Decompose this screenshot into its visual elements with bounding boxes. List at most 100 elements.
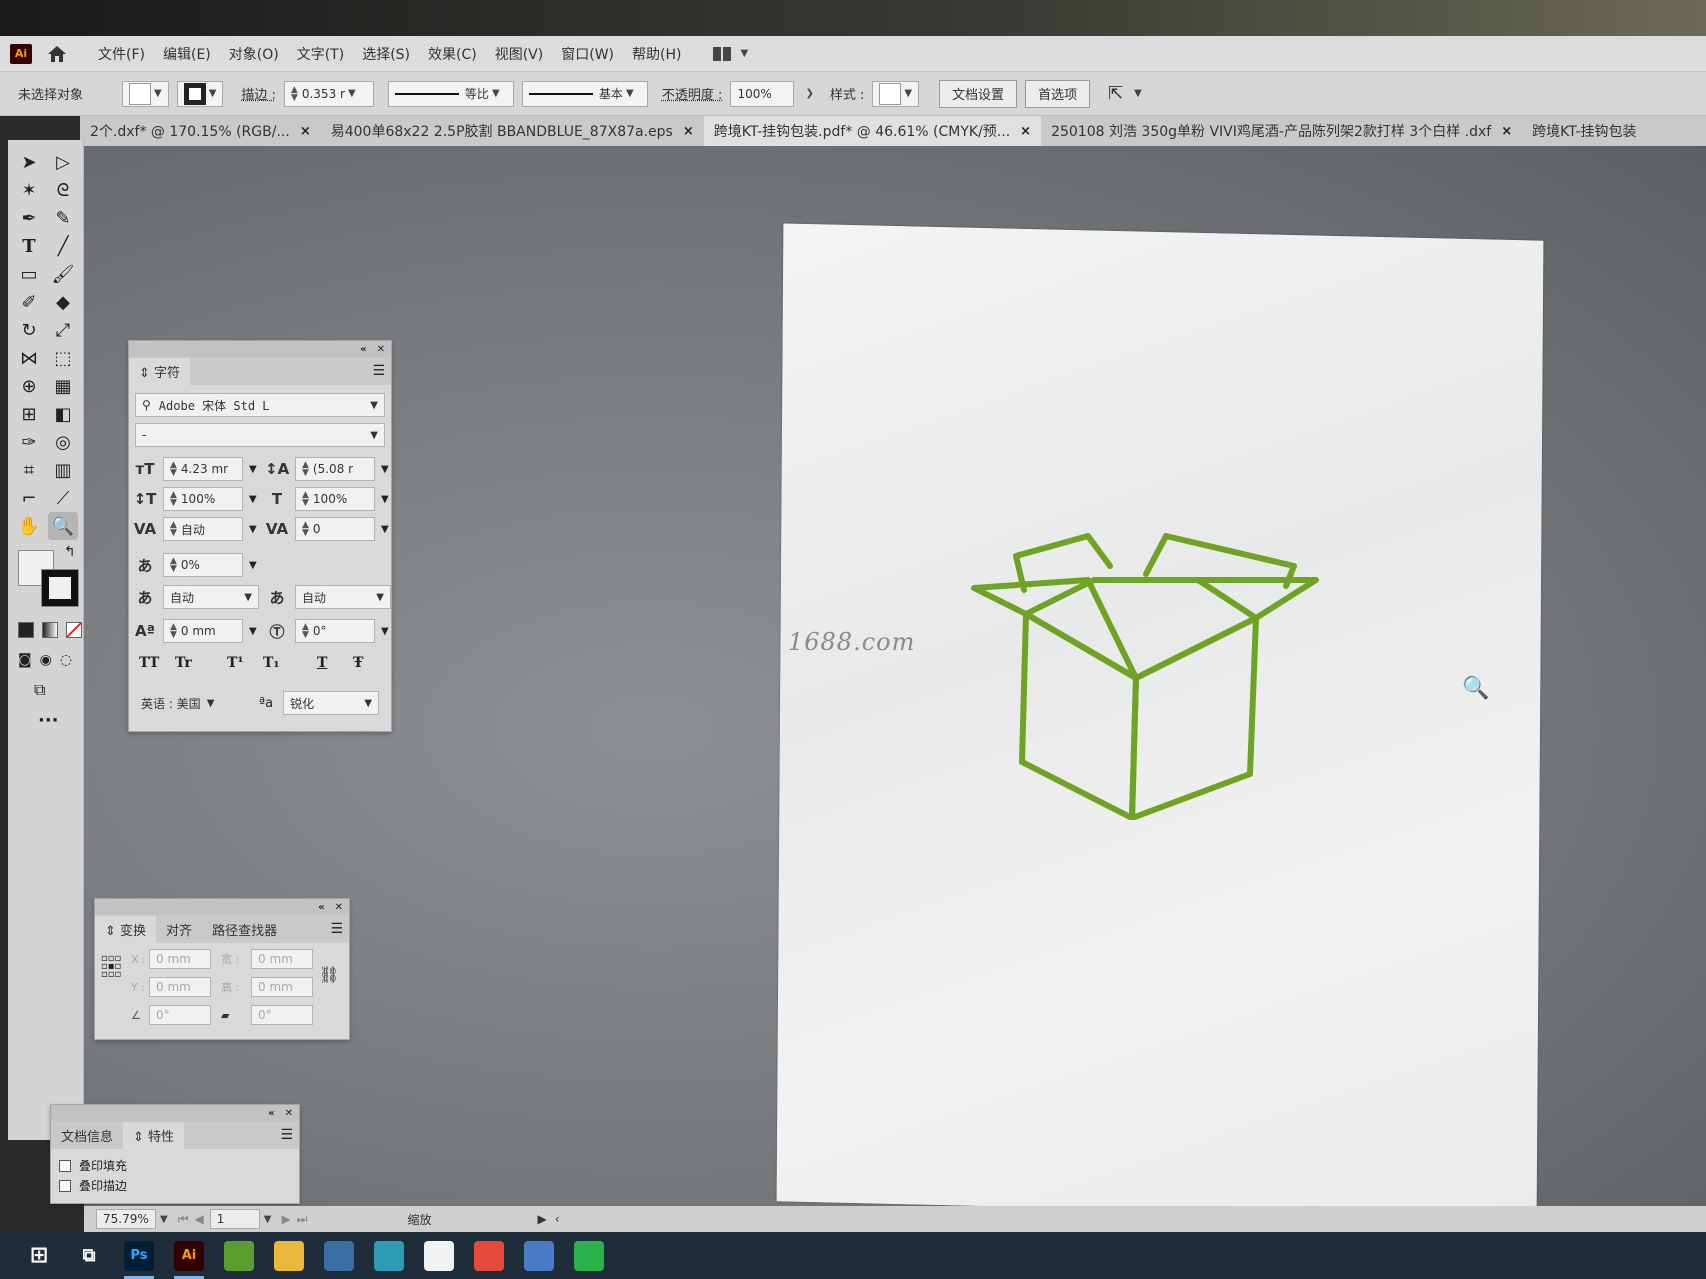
collapse-icon[interactable]: «	[360, 344, 366, 355]
eyedropper-tool-icon[interactable]: ✑	[14, 428, 44, 456]
chevron-down-icon[interactable]: ▼	[381, 464, 389, 475]
illustrator-app-icon[interactable]: Ai	[174, 1240, 204, 1279]
line-tool-icon[interactable]: ╱	[48, 232, 78, 260]
qq-app-icon[interactable]	[424, 1240, 454, 1271]
collapse-icon[interactable]: «	[268, 1108, 274, 1119]
underline-button[interactable]: T	[317, 655, 353, 671]
first-artboard-icon[interactable]: ⏮	[178, 1212, 189, 1227]
rectangle-tool-icon[interactable]: ▭	[14, 260, 44, 288]
selection-tool-icon[interactable]: ➤	[14, 148, 44, 176]
stroke-box[interactable]	[41, 569, 79, 607]
fill-stroke-control[interactable]: ↰	[16, 544, 86, 610]
opacity-label[interactable]: 不透明度 :	[662, 84, 723, 103]
height-input[interactable]: 0 mm	[251, 977, 313, 997]
collapse-icon[interactable]: «	[318, 902, 324, 913]
baseline-shift-input[interactable]: ▲ ▼ 0 mm	[163, 619, 243, 643]
autocad-app-icon[interactable]	[374, 1240, 404, 1271]
shaper-tool-icon[interactable]: ✐	[14, 288, 44, 316]
gradient-mode-icon[interactable]	[42, 622, 58, 638]
draw-inside-icon[interactable]: ◌	[60, 652, 72, 668]
chevron-down-icon[interactable]: ▼	[381, 626, 389, 637]
menu-edit[interactable]: 编辑(E)	[163, 44, 211, 64]
menu-view[interactable]: 视图(V)	[495, 44, 544, 64]
close-icon[interactable]: ×	[300, 124, 311, 139]
panel-menu-icon[interactable]: ☰	[280, 1127, 293, 1143]
close-icon[interactable]: ✕	[285, 1108, 293, 1119]
reference-point-icon[interactable]: ▫▫▫ ▫▪▫ ▫▫▫	[101, 954, 121, 980]
opacity-input[interactable]: 100%	[730, 80, 795, 107]
doc-tab-active[interactable]: 跨境KT-挂钩包装.pdf* @ 46.61% (CMYK/预... ×	[703, 116, 1042, 146]
magic-wand-tool-icon[interactable]: ✶	[14, 176, 44, 204]
tab-attributes[interactable]: ⇕ 特性	[123, 1122, 185, 1149]
aki-right-select[interactable]: 自动 ▼	[295, 585, 391, 609]
more-tools-icon[interactable]: ···	[38, 710, 59, 731]
overprint-fill-checkbox[interactable]	[59, 1159, 71, 1172]
menu-object[interactable]: 对象(O)	[229, 44, 279, 64]
shear-input[interactable]: 0°	[251, 1005, 313, 1025]
variable-width-profile[interactable]: 等比 ▼	[387, 80, 514, 107]
constrain-proportions-icon[interactable]: ⛓	[319, 965, 339, 984]
artboard-tool-icon[interactable]: ⌐	[14, 484, 44, 512]
menu-effect[interactable]: 效果(C)	[428, 44, 477, 64]
last-artboard-icon[interactable]: ⏭	[297, 1212, 308, 1227]
chevron-down-icon[interactable]: ▼	[249, 560, 257, 571]
panel-menu-icon[interactable]: ☰	[330, 921, 343, 937]
menu-select[interactable]: 选择(S)	[362, 44, 410, 64]
slice-tool-icon[interactable]: ⟋	[48, 484, 78, 512]
next-artboard-icon[interactable]: ▶	[281, 1212, 290, 1226]
perspective-grid-tool-icon[interactable]: ▦	[48, 372, 78, 400]
swap-arrow-icon[interactable]: ↰	[64, 544, 76, 560]
all-caps-button[interactable]: TT	[139, 655, 175, 671]
x-position-input[interactable]: 0 mm	[149, 949, 211, 969]
tab-document-info[interactable]: 文档信息	[51, 1122, 123, 1149]
wechat-app-icon[interactable]	[574, 1240, 604, 1271]
gradient-tool-icon[interactable]: ◧	[48, 400, 78, 428]
antialias-select[interactable]: 锐化 ▼	[283, 691, 380, 715]
windows-start-icon[interactable]: ⊞	[24, 1241, 54, 1271]
chrome-app-icon[interactable]	[474, 1240, 504, 1271]
subscript-button[interactable]: T₁	[263, 655, 317, 671]
y-position-input[interactable]: 0 mm	[149, 977, 211, 997]
chevron-down-icon[interactable]: ▼	[249, 626, 257, 637]
brush-definition[interactable]: 基本 ▼	[521, 80, 648, 107]
task-view-icon[interactable]: ⧉	[74, 1241, 104, 1271]
mesh-tool-icon[interactable]: ⊞	[14, 400, 44, 428]
screen-mode-icon[interactable]: ⧉	[34, 680, 45, 700]
document-setup-button[interactable]: 文档设置	[939, 79, 1018, 108]
close-icon[interactable]: ✕	[377, 344, 385, 355]
chevron-down-icon[interactable]: ▼	[249, 524, 257, 535]
doc-tab[interactable]: 跨境KT-挂钩包装	[1522, 116, 1646, 146]
close-icon[interactable]: ×	[1020, 124, 1031, 139]
doc-tab[interactable]: 250108 刘浩 350g单粉 VIVI鸡尾酒-产品陈列架2款打样 3个白样 …	[1041, 116, 1522, 146]
curvature-tool-icon[interactable]: ✎	[48, 204, 78, 232]
close-icon[interactable]: ✕	[335, 902, 343, 913]
direct-selection-tool-icon[interactable]: ▷	[48, 148, 78, 176]
column-graph-tool-icon[interactable]: ▥	[48, 456, 78, 484]
doc-tab[interactable]: 易400单68x22 2.5P胶割 BBANDBLUE_87X87a.eps ×	[321, 116, 704, 146]
font-style-select[interactable]: - ▼	[135, 423, 385, 447]
photoshop-app-icon[interactable]: Ps	[124, 1240, 154, 1279]
close-icon[interactable]: ×	[683, 124, 694, 139]
stroke-weight-input[interactable]: ▲ ▼ 0.353 r ▼	[283, 80, 374, 107]
vertical-scale-input[interactable]: ▲ ▼ 100%	[163, 487, 243, 511]
eraser-tool-icon[interactable]: ◆	[48, 288, 78, 316]
status-menu-icon[interactable]: ▶	[538, 1212, 547, 1226]
blend-tool-icon[interactable]: ◎	[48, 428, 78, 456]
free-transform-tool-icon[interactable]: ⬚	[48, 344, 78, 372]
file-explorer-app-icon[interactable]	[274, 1240, 304, 1271]
rotate-input[interactable]: 0°	[149, 1005, 211, 1025]
menu-file[interactable]: 文件(F)	[98, 44, 145, 64]
menu-type[interactable]: 文字(T)	[297, 44, 344, 64]
draw-behind-icon[interactable]: ◉	[40, 652, 52, 668]
stroke-color-picker[interactable]: ▼	[176, 80, 224, 107]
draw-normal-icon[interactable]: ◙	[18, 652, 32, 668]
leading-input[interactable]: ▲ ▼ (5.08 r	[295, 457, 375, 481]
shape-builder-tool-icon[interactable]: ⊕	[14, 372, 44, 400]
strikethrough-button[interactable]: Ŧ	[353, 655, 383, 671]
width-input[interactable]: 0 mm	[251, 949, 313, 969]
kerning-input[interactable]: ▲ ▼ 自动	[163, 517, 243, 541]
workspace-switcher[interactable]: ▼	[713, 46, 748, 61]
horizontal-scale-input[interactable]: ▲ ▼ 100%	[295, 487, 375, 511]
graphic-style-picker[interactable]: ▼	[872, 80, 920, 107]
overprint-stroke-checkbox[interactable]	[59, 1179, 71, 1192]
